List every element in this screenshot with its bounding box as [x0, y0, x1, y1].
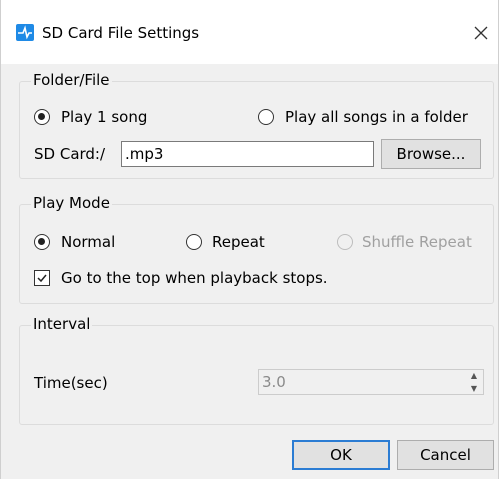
- shuffle-repeat-label: Shuffle Repeat: [362, 233, 472, 251]
- normal-radio[interactable]: [34, 234, 50, 250]
- spin-up-icon: ▲: [470, 371, 478, 380]
- interval-group-label: Interval: [31, 314, 93, 334]
- title-bar: SD Card File Settings: [1, 0, 498, 64]
- sd-card-file-input[interactable]: .mp3: [121, 141, 374, 167]
- sd-card-path-label: SD Card:/: [34, 145, 106, 163]
- time-spinner: ▲ ▼: [467, 370, 481, 394]
- time-sec-label: Time(sec): [34, 374, 108, 392]
- shuffle-repeat-radio: [337, 234, 353, 250]
- window-title: SD Card File Settings: [42, 24, 200, 42]
- cancel-button[interactable]: Cancel: [397, 440, 494, 470]
- checkmark-icon: [37, 274, 47, 283]
- play-one-song-radio[interactable]: [34, 109, 50, 125]
- ok-button[interactable]: OK: [292, 440, 390, 470]
- browse-button[interactable]: Browse...: [381, 139, 481, 169]
- play-mode-group: [19, 204, 494, 304]
- spin-down-icon: ▼: [470, 384, 478, 393]
- play-all-songs-radio[interactable]: [258, 109, 274, 125]
- play-one-song-label[interactable]: Play 1 song: [61, 107, 147, 127]
- folder-file-group-label: Folder/File: [31, 70, 112, 90]
- play-mode-group-label: Play Mode: [31, 193, 112, 213]
- time-sec-input: 3.0: [258, 369, 484, 395]
- app-icon: [16, 24, 34, 41]
- normal-label[interactable]: Normal: [61, 232, 115, 252]
- go-to-top-checkbox[interactable]: [34, 270, 50, 286]
- close-button[interactable]: [468, 20, 494, 46]
- go-to-top-label[interactable]: Go to the top when playback stops.: [61, 268, 328, 288]
- close-icon: [474, 26, 488, 40]
- repeat-radio[interactable]: [186, 234, 202, 250]
- repeat-label[interactable]: Repeat: [212, 232, 265, 252]
- sd-card-file-settings-dialog: SD Card File Settings Folder/File Play 1…: [0, 0, 499, 479]
- play-all-songs-label[interactable]: Play all songs in a folder: [285, 107, 468, 127]
